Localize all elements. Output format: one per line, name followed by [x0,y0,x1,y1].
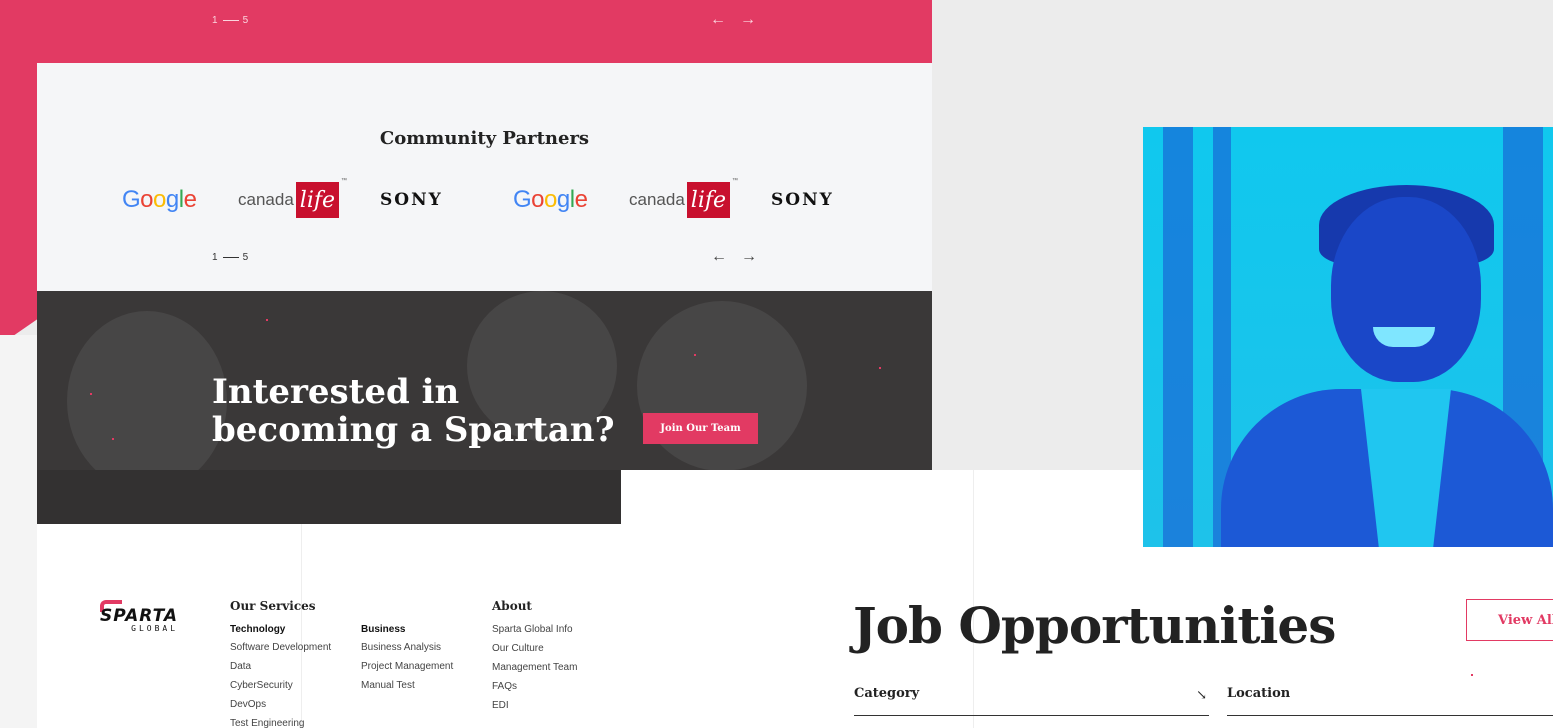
trademark: ™ [732,178,739,184]
decorative-pink-band [0,0,40,345]
technology-heading: Technology [230,624,286,635]
footer-link[interactable]: Our Culture [492,643,577,655]
sony-logo[interactable]: SONY [380,178,443,222]
partners-title: Community Partners [379,128,590,149]
partners-counter-start: 1 [212,252,219,263]
location-select[interactable]: Location [1227,686,1553,716]
decorative-dot [694,354,696,356]
background-photo-figure [67,311,227,471]
footer-link[interactable]: DevOps [230,699,331,711]
decorative-dot [266,319,268,321]
footer-link[interactable]: Business Analysis [361,642,453,654]
cta-banner-lower [37,470,621,524]
top-counter-start: 1 [212,15,219,26]
partners-counter: 1 5 [212,252,249,263]
footer-link[interactable]: Manual Test [361,680,453,692]
partners-arrows: ← → [711,248,757,266]
counter-divider [222,257,239,258]
arrow-left-icon[interactable]: ← [710,11,726,29]
category-select[interactable]: Category ↘ [854,686,1209,716]
photo-shade [1163,127,1193,547]
decorative-dot [879,367,881,369]
sparta-global-logo[interactable]: SPARTA GLOBAL [100,600,178,633]
footer-link[interactable]: EDI [492,700,577,712]
google-logo[interactable]: Google [122,178,197,222]
footer-business-column: Business Business Analysis Project Manag… [361,624,453,699]
cta-heading-line2: becoming a Spartan? [212,410,615,450]
cta-heading: Interested in becoming a Spartan? [212,373,615,449]
photo-face [1331,197,1481,382]
top-counter-end: 5 [242,15,250,26]
business-heading: Business [361,624,406,635]
trademark: ™ [341,178,348,184]
arrow-left-icon[interactable]: ← [711,248,727,266]
decorative-dot [112,438,114,440]
footer-technology-column: Technology Software Development Data Cyb… [230,624,331,728]
brand-name: SPARTA [100,606,179,626]
decorative-dot [90,393,92,395]
join-our-team-button[interactable]: Join Our Team [643,413,758,444]
category-label: Category [854,686,920,701]
partner-logos: Google canada life ™ SONY Google canada … [110,178,870,222]
footer-link[interactable]: Management Team [492,662,577,674]
spartan-photo [1143,127,1553,547]
arrow-down-right-icon: ↘ [1196,688,1207,703]
canada-text: canada [629,190,685,209]
cta-heading-line1: Interested in [212,372,460,412]
life-badge: life [295,182,340,218]
footer-link[interactable]: Project Management [361,661,453,673]
footer-link[interactable]: Test Engineering [230,718,331,728]
life-badge: life [686,182,731,218]
footer-link[interactable]: Data [230,661,331,673]
decorative-dot [1471,674,1473,676]
view-all-button[interactable]: View All [1466,599,1553,641]
counter-divider [222,20,239,21]
canada-life-logo[interactable]: canada life ™ [629,178,738,222]
footer-link[interactable]: CyberSecurity [230,680,331,692]
sony-logo[interactable]: SONY [771,178,834,222]
footer-services-heading: Our Services [230,599,316,613]
arrow-right-icon[interactable]: → [740,11,756,29]
background-photo-figure [637,301,807,471]
footer-link[interactable]: FAQs [492,681,577,693]
footer-link[interactable]: Software Development [230,642,331,654]
canada-life-logo[interactable]: canada life ™ [238,178,347,222]
footer-link[interactable]: Sparta Global Info [492,624,577,636]
partners-counter-end: 5 [242,252,250,263]
arrow-right-icon[interactable]: → [741,248,757,266]
decorative-band-lower [0,335,40,728]
google-logo[interactable]: Google [513,178,588,222]
top-slider-counter: 1 5 [212,15,249,26]
job-opportunities-title: Job Opportunities [853,596,1336,655]
footer-about-column: Sparta Global Info Our Culture Managemen… [492,624,577,719]
location-label: Location [1227,686,1291,701]
footer-about-heading: About [492,599,532,613]
top-slider-strip [37,0,932,63]
top-slider-arrows: ← → [710,11,756,29]
canada-text: canada [238,190,294,209]
